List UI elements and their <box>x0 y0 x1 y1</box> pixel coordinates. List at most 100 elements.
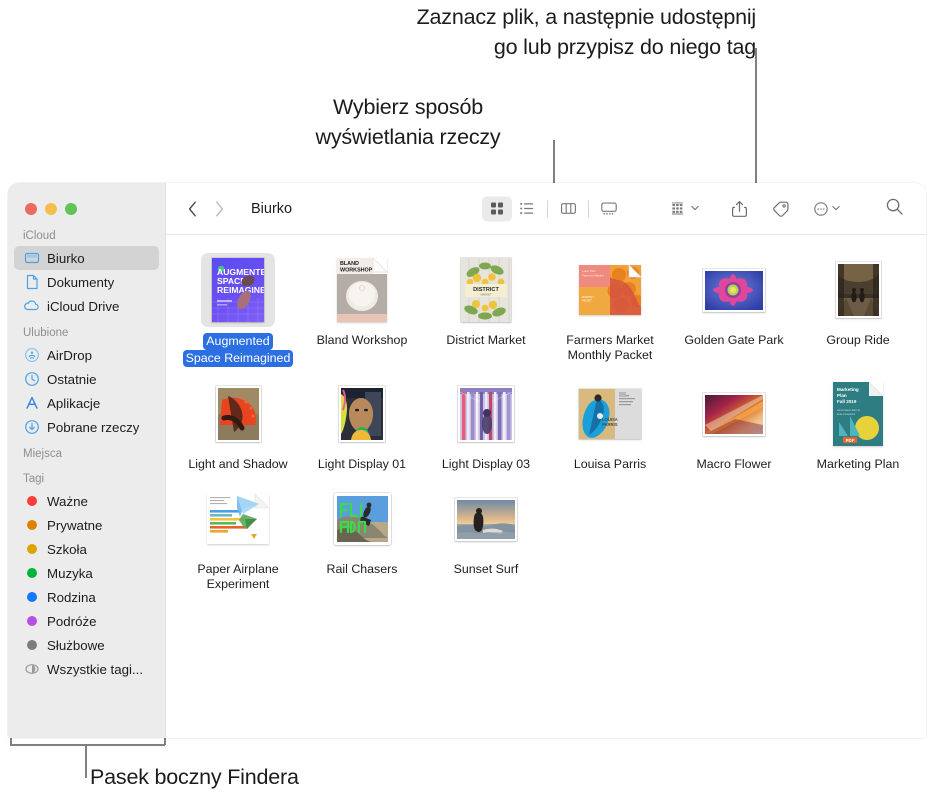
finder-main-pane: Biurko AUGMENTE SPACE REIMAGINE Augmente… <box>165 183 926 738</box>
tag-dot-icon <box>23 613 40 630</box>
thumbnail-bland-workshop: BLAND WORKSHOP <box>337 258 387 322</box>
sidebar-item-pobrane-rzeczy[interactable]: Pobrane rzeczy <box>14 415 159 439</box>
minimize-button[interactable] <box>45 203 57 215</box>
sidebar-item-airdrop[interactable]: AirDrop <box>14 343 159 367</box>
file-item[interactable]: Rail Chasers <box>300 478 424 592</box>
svg-text:BLAND: BLAND <box>340 261 359 267</box>
toolbar-divider <box>588 200 589 217</box>
svg-text:Farmers Market: Farmers Market <box>582 273 604 277</box>
callout-sidebar-text: Pasek boczny Findera <box>90 765 299 789</box>
leader-line-sidebar-bracket-bottom <box>10 744 165 746</box>
sidebar-item-label: Prywatne <box>47 517 103 533</box>
tag-dot-icon <box>23 493 40 510</box>
svg-text:PACKET: PACKET <box>582 300 592 303</box>
desktop-icon <box>23 250 40 267</box>
toolbar-divider <box>547 200 548 217</box>
file-thumbnail-wrap <box>325 377 399 451</box>
tag-dot-icon <box>23 541 40 558</box>
svg-text:MARKET: MARKET <box>481 292 492 296</box>
sidebar-item-label: Szkoła <box>47 541 87 557</box>
leader-line-share-vertical <box>755 48 757 186</box>
sidebar-item-tag-szkola[interactable]: Szkoła <box>14 537 159 561</box>
file-item[interactable]: Golden Gate Park <box>672 249 796 367</box>
svg-text:REIMAGINED: REIMAGINED <box>217 285 264 295</box>
file-item[interactable]: LOUISA PARRIS Louisa Parris <box>548 373 672 472</box>
file-item[interactable]: DISTRICT MARKET District Market <box>424 249 548 367</box>
file-item[interactable]: Macro Flower <box>672 373 796 472</box>
sidebar-item-dokumenty[interactable]: Dokumenty <box>14 270 159 294</box>
file-item[interactable]: Marketing Plan Fall 2019 Lorem ipsum dol… <box>796 373 920 472</box>
icon-view-button[interactable] <box>482 196 512 221</box>
sidebar-item-ostatnie[interactable]: Ostatnie <box>14 367 159 391</box>
svg-text:DISTRICT: DISTRICT <box>473 287 499 293</box>
svg-text:Fall 2019: Fall 2019 <box>837 399 857 404</box>
file-label: Louisa Parris <box>573 457 647 471</box>
file-label: Rail Chasers <box>326 562 398 576</box>
sidebar-item-label: Ważne <box>47 493 88 509</box>
file-thumbnail-wrap <box>201 377 275 451</box>
file-thumbnail-wrap: Lone Pine Farmers Market MONTHLY PACKET <box>573 253 647 327</box>
file-item[interactable]: AUGMENTED SPACE REIMAGINED <box>176 249 300 367</box>
group-by-button[interactable] <box>666 196 704 222</box>
thumbnail-golden-gate <box>703 268 765 312</box>
file-item[interactable]: Lone Pine Farmers Market MONTHLY PACKET <box>548 249 672 367</box>
svg-text:amet consectetur: amet consectetur <box>837 413 856 416</box>
file-item[interactable]: Group Ride <box>796 249 920 367</box>
file-thumbnail-wrap <box>449 482 523 556</box>
forward-button[interactable] <box>211 199 227 219</box>
back-button[interactable] <box>184 199 200 219</box>
sidebar-item-label: Wszystkie tagi... <box>47 661 144 677</box>
file-thumbnail-wrap: LOUISA PARRIS <box>573 377 647 451</box>
tag-dot-icon <box>23 565 40 582</box>
file-item[interactable]: Paper Airplane Experiment <box>176 478 300 592</box>
finder-sidebar: iCloud Biurko Dokumenty iCloud Drive Ulu… <box>8 183 165 738</box>
file-thumbnail-wrap: AUGMENTED SPACE REIMAGINED <box>201 253 275 327</box>
file-label: Sunset Surf <box>453 562 519 576</box>
gallery-view-button[interactable] <box>594 196 624 221</box>
downloads-icon <box>23 419 40 436</box>
thumbnail-sunset-surf <box>455 497 517 541</box>
search-button[interactable] <box>885 197 904 221</box>
thumbnail-louisa-parris: LOUISA PARRIS <box>579 389 641 439</box>
zoom-button[interactable] <box>65 203 77 215</box>
sidebar-item-label: AirDrop <box>47 347 93 363</box>
sidebar-item-tag-podroze[interactable]: Podróże <box>14 609 159 633</box>
file-item[interactable]: Sunset Surf <box>424 478 548 592</box>
chevron-down-icon <box>831 200 841 218</box>
svg-text:Plan: Plan <box>837 393 847 398</box>
applications-icon <box>23 395 40 412</box>
file-item[interactable]: Light Display 01 <box>300 373 424 472</box>
tag-button[interactable] <box>767 196 794 222</box>
finder-window: iCloud Biurko Dokumenty iCloud Drive Ulu… <box>8 183 926 738</box>
screenshot-stage: Zaznacz plik, a następnie udostępnij go … <box>0 0 931 801</box>
sidebar-item-tag-sluzbowe[interactable]: Służbowe <box>14 633 159 657</box>
finder-toolbar: Biurko <box>166 183 926 235</box>
file-thumbnail-wrap: DISTRICT MARKET <box>449 253 523 327</box>
file-item[interactable]: Light and Shadow <box>176 373 300 472</box>
file-item[interactable]: BLAND WORKSHOP Bland Workshop <box>300 249 424 367</box>
sidebar-item-tag-prywatne[interactable]: Prywatne <box>14 513 159 537</box>
thumbnail-macro-flower <box>703 392 765 436</box>
sidebar-item-all-tags[interactable]: Wszystkie tagi... <box>14 657 159 681</box>
sidebar-item-tag-muzyka[interactable]: Muzyka <box>14 561 159 585</box>
file-item[interactable]: Light Display 03 <box>424 373 548 472</box>
view-mode-group <box>482 196 624 221</box>
file-thumbnail-wrap <box>201 482 275 556</box>
document-icon <box>23 274 40 291</box>
svg-text:MONTHLY: MONTHLY <box>582 296 594 299</box>
column-view-button[interactable] <box>553 196 583 221</box>
close-button[interactable] <box>25 203 37 215</box>
sidebar-item-tag-wazne[interactable]: Ważne <box>14 489 159 513</box>
sidebar-item-biurko[interactable]: Biurko <box>14 246 159 270</box>
sidebar-item-label: Aplikacje <box>47 395 101 411</box>
sidebar-item-tag-rodzina[interactable]: Rodzina <box>14 585 159 609</box>
sidebar-item-icloud-drive[interactable]: iCloud Drive <box>14 294 159 318</box>
all-tags-icon <box>23 661 40 678</box>
sidebar-item-aplikacje[interactable]: Aplikacje <box>14 391 159 415</box>
list-view-button[interactable] <box>512 196 542 221</box>
share-button[interactable] <box>727 196 752 222</box>
window-controls <box>25 203 77 215</box>
file-label: District Market <box>446 333 526 347</box>
more-actions-button[interactable] <box>809 196 845 222</box>
thumbnail-rail-chasers <box>333 493 391 545</box>
